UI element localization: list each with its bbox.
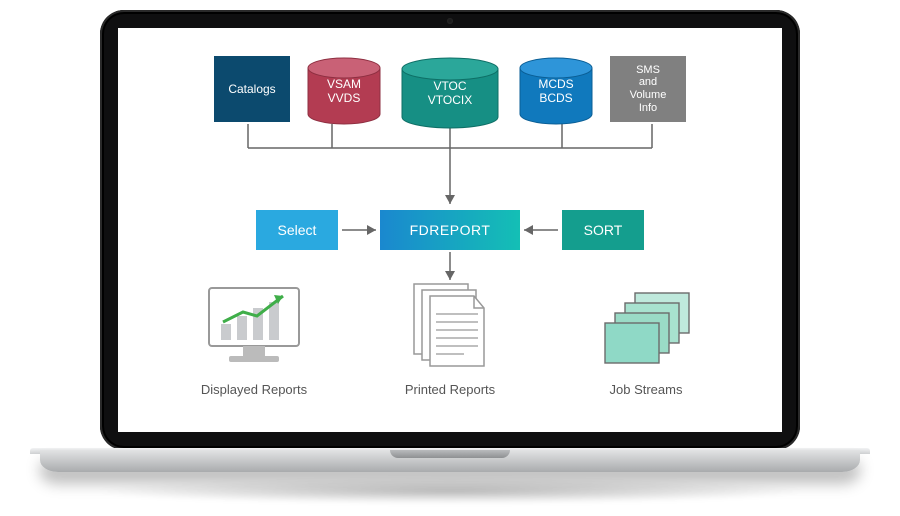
sms-box: SMS and Volume Info — [610, 56, 686, 122]
paper-stack-icon — [395, 282, 505, 368]
catalogs-node: Catalogs — [214, 56, 290, 122]
sort-box: SORT — [562, 210, 644, 250]
vsam-line2: VVDS — [328, 91, 361, 105]
sms-line2: and — [639, 76, 657, 88]
catalogs-box: Catalogs — [214, 56, 290, 122]
jobstreams-label: Job Streams — [610, 382, 683, 397]
vsam-vvds-cylinder: VSAM VVDS — [304, 56, 384, 106]
device-shadow — [90, 478, 810, 504]
vsam-label: VSAM VVDS — [327, 78, 361, 106]
vtoc-line2: VTOCIX — [428, 93, 472, 107]
sms-line1: SMS — [636, 64, 660, 76]
printed-reports-node: Printed Reports — [380, 282, 520, 397]
laptop-base — [40, 450, 860, 472]
select-box: Select — [256, 210, 338, 250]
vtoc-line1: VTOC — [433, 79, 466, 93]
mcds-line2: BCDS — [539, 91, 572, 105]
vsam-line1: VSAM — [327, 77, 361, 91]
catalogs-label: Catalogs — [228, 82, 275, 96]
camera-dot — [447, 18, 453, 24]
fdreport-box: FDREPORT — [380, 210, 520, 250]
mcds-line1: MCDS — [538, 77, 573, 91]
job-streams-node: Job Streams — [576, 282, 716, 397]
vtoc-label: VTOC VTOCIX — [428, 80, 472, 108]
displayed-reports-node: Displayed Reports — [184, 282, 324, 397]
sort-label: SORT — [584, 222, 623, 238]
sms-volume-info-node: SMS and Volume Info — [610, 56, 686, 122]
laptop-device-frame: Catalogs VSAM VVDS — [0, 0, 900, 516]
select-label: Select — [278, 222, 317, 238]
monitor-chart-icon — [199, 282, 309, 368]
displayed-label: Displayed Reports — [201, 382, 307, 397]
bottom-row-outputs: Displayed Reports — [118, 282, 782, 397]
vtoc-cylinder: VTOC VTOCIX — [398, 56, 502, 108]
middle-row-process: Select FDREPORT SORT — [118, 210, 782, 250]
sms-line3: Volume — [630, 89, 667, 101]
fdreport-diagram: Catalogs VSAM VVDS — [118, 28, 782, 432]
printed-label: Printed Reports — [405, 382, 495, 397]
top-row-inputs: Catalogs VSAM VVDS — [118, 56, 782, 122]
mcds-label: MCDS BCDS — [538, 78, 573, 106]
mcds-bcds-cylinder: MCDS BCDS — [516, 56, 596, 106]
screen-content: Catalogs VSAM VVDS — [118, 28, 782, 432]
laptop-bezel: Catalogs VSAM VVDS — [100, 10, 800, 450]
fdreport-label: FDREPORT — [410, 222, 491, 238]
job-cards-icon — [591, 282, 701, 368]
sms-line4: Info — [639, 102, 657, 114]
